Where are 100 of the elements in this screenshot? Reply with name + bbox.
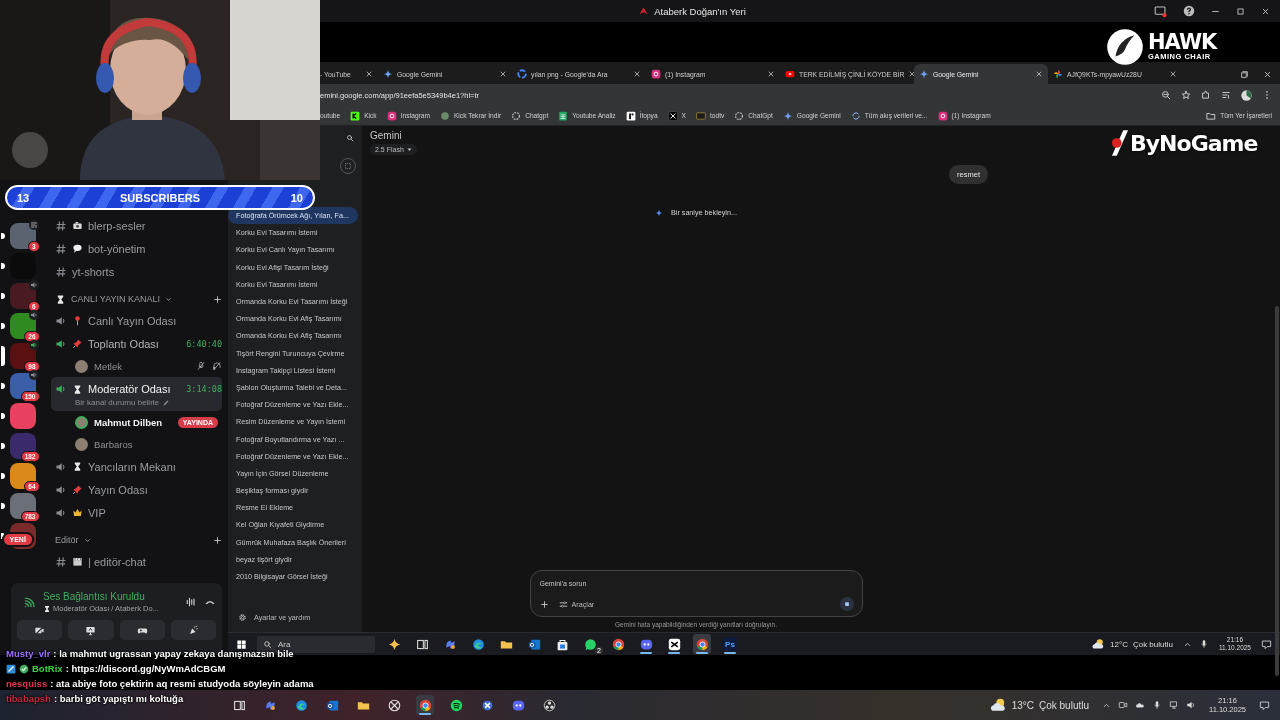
channel-name[interactable]: | editör-chat xyxy=(88,555,146,568)
chat-app-icon xyxy=(511,698,525,712)
folder-icon xyxy=(1206,110,1217,121)
hash-icon xyxy=(55,265,67,278)
close-icon[interactable] xyxy=(908,70,914,78)
chevron-up-icon[interactable] xyxy=(1102,700,1111,710)
close-icon[interactable] xyxy=(1169,70,1177,78)
camera-icon[interactable] xyxy=(1118,700,1128,710)
close-icon[interactable] xyxy=(365,70,373,78)
speaker-icon xyxy=(29,341,38,349)
voice-member[interactable]: Metlek xyxy=(94,360,122,372)
microphone-icon[interactable] xyxy=(1152,700,1162,710)
extension-icon[interactable] xyxy=(1201,90,1211,100)
plus-icon[interactable] xyxy=(539,599,549,609)
server-icon[interactable] xyxy=(9,313,36,339)
speaker-icon xyxy=(29,311,38,319)
plus-icon[interactable] xyxy=(213,535,222,545)
weather-widget[interactable]: 13°C Çok bulutlu xyxy=(988,696,1089,714)
channel-name[interactable]: Yayın Odası xyxy=(88,483,148,496)
shopping-bag-icon xyxy=(555,637,569,651)
zoom-icon[interactable] xyxy=(1161,90,1171,100)
screen-icon xyxy=(29,221,38,229)
close-icon[interactable] xyxy=(1263,69,1272,79)
voice-member[interactable]: Mahmut Dilben xyxy=(94,416,163,428)
chevron-down-icon[interactable] xyxy=(165,295,173,303)
voice-member[interactable]: Barbaros xyxy=(94,438,133,450)
stop-button[interactable] xyxy=(839,597,854,611)
channel-name[interactable]: bot-yönetim xyxy=(88,242,146,255)
channel-name[interactable]: blerp-sesler xyxy=(88,219,146,232)
screen-record-icon[interactable] xyxy=(1154,4,1167,18)
restore-icon[interactable] xyxy=(1240,69,1249,79)
close-icon[interactable] xyxy=(1035,70,1043,78)
taskbar-app[interactable]: Ps xyxy=(721,634,739,654)
category-header[interactable]: Editör xyxy=(55,535,79,545)
pushpin-icon xyxy=(72,338,83,349)
windows-icon[interactable] xyxy=(236,638,247,650)
pushpin-icon xyxy=(72,484,83,495)
chat-message: : https://discord.gg/NyWmAdCBGM xyxy=(65,663,226,674)
hash-icon xyxy=(55,555,67,568)
server-icon[interactable] xyxy=(9,283,36,309)
chat-username: BotRix xyxy=(32,663,63,674)
connection-icon xyxy=(23,595,36,609)
channel-name[interactable]: yt-shorts xyxy=(72,265,115,278)
category-header[interactable]: CANLI YAYIN KANALI xyxy=(71,294,161,304)
microphone-icon[interactable] xyxy=(1198,639,1209,649)
close-icon[interactable] xyxy=(499,70,507,78)
crown-icon xyxy=(72,507,83,518)
music-app-icon xyxy=(449,698,463,712)
camera-off-icon xyxy=(34,624,46,636)
notifications-icon[interactable] xyxy=(1259,699,1270,711)
server-icon[interactable] xyxy=(9,463,36,489)
server-icon[interactable] xyxy=(9,433,36,459)
star-icon[interactable] xyxy=(1181,90,1191,100)
hourglass-icon xyxy=(55,293,66,305)
weather-widget[interactable]: 12°C Çok bulutlu xyxy=(1091,637,1173,651)
chat-app-icon xyxy=(639,637,653,651)
cloud-icon[interactable] xyxy=(1135,700,1145,710)
caret-icon xyxy=(406,147,412,152)
call-timer: 3:14:08 xyxy=(186,384,222,394)
server-icon[interactable] xyxy=(9,343,36,369)
volume-icon[interactable] xyxy=(1186,700,1196,710)
channel-name[interactable]: Yancıların Mekanı xyxy=(88,460,176,473)
search-icon[interactable] xyxy=(346,134,354,142)
notifications-icon[interactable] xyxy=(1261,638,1272,650)
browser-icon xyxy=(695,637,709,651)
server-icon[interactable] xyxy=(9,493,36,519)
settings-icon[interactable] xyxy=(238,613,247,622)
profile-avatar[interactable] xyxy=(1241,89,1252,101)
close-icon[interactable] xyxy=(633,70,641,78)
browser-icon xyxy=(418,698,432,712)
pencil-icon[interactable] xyxy=(162,398,171,407)
close-icon[interactable] xyxy=(1261,6,1270,16)
screen-share-button[interactable] xyxy=(68,620,114,640)
soundboard-button[interactable] xyxy=(170,620,216,640)
chevron-down-icon[interactable] xyxy=(83,536,91,544)
app-title: Gemini xyxy=(370,130,403,141)
media-icon[interactable] xyxy=(1221,90,1231,100)
channel-name[interactable]: VIP xyxy=(88,506,106,519)
maximize-icon[interactable] xyxy=(1236,6,1245,16)
plus-icon[interactable] xyxy=(213,294,222,304)
hash-icon xyxy=(55,219,67,232)
channel-status[interactable]: Bir kanal durumu belirle xyxy=(75,398,160,407)
channel-name[interactable]: Toplantı Odası xyxy=(88,337,159,350)
camera-off-button[interactable] xyxy=(17,620,63,640)
close-icon[interactable] xyxy=(767,70,775,78)
help-icon[interactable] xyxy=(1183,5,1195,17)
taskbar-app[interactable] xyxy=(693,634,711,654)
search-icon xyxy=(263,639,272,649)
gemini-sparkle-icon xyxy=(919,69,929,79)
channel-name[interactable]: Canlı Yayın Odası xyxy=(88,314,177,327)
scrollbar[interactable] xyxy=(1275,306,1279,676)
subscriber-count: 10 xyxy=(290,191,303,204)
taskbar-app[interactable] xyxy=(416,695,434,715)
chevron-up-icon[interactable] xyxy=(1182,639,1192,649)
channel-name[interactable]: Moderatör Odası xyxy=(88,383,171,395)
network-icon[interactable] xyxy=(1169,700,1179,710)
chat-message: : ata abiye foto çektirin aq resmi studyoda söyleyin adama xyxy=(50,678,314,689)
browser-icon xyxy=(471,637,485,651)
waveform-icon[interactable] xyxy=(185,596,197,608)
gamepad-button[interactable] xyxy=(119,620,165,640)
